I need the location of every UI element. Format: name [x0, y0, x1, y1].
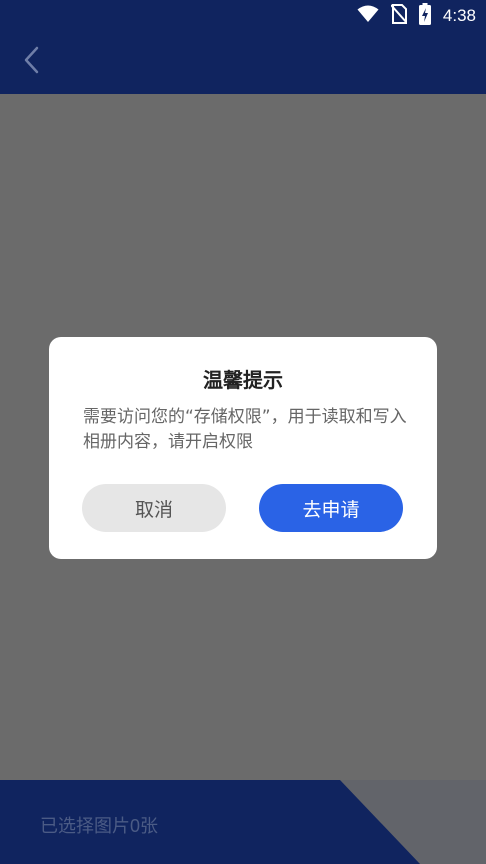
selected-count-label: 已选择图片0张 [40, 816, 159, 836]
battery-charging-icon [418, 3, 431, 29]
bottom-bar-decoration [340, 780, 486, 864]
no-sim-icon [390, 4, 408, 28]
chevron-left-icon [22, 46, 42, 78]
wifi-icon [357, 5, 379, 27]
app-bar [0, 32, 486, 94]
permission-dialog: 温馨提示 需要访问您的“存储权限”，用于读取和写入相册内容，请开启权限 取消 去… [49, 337, 437, 559]
dialog-message: 需要访问您的“存储权限”，用于读取和写入相册内容，请开启权限 [83, 407, 407, 452]
status-icons: 4:38 [357, 3, 476, 29]
back-button[interactable] [14, 44, 50, 80]
status-bar: 4:38 [0, 0, 486, 32]
status-time: 4:38 [442, 6, 476, 25]
bottom-bar: 已选择图片0张 [0, 780, 486, 864]
cancel-button[interactable]: 取消 [82, 484, 226, 532]
apply-permission-button[interactable]: 去申请 [259, 484, 403, 532]
dialog-title: 温馨提示 [203, 368, 283, 392]
